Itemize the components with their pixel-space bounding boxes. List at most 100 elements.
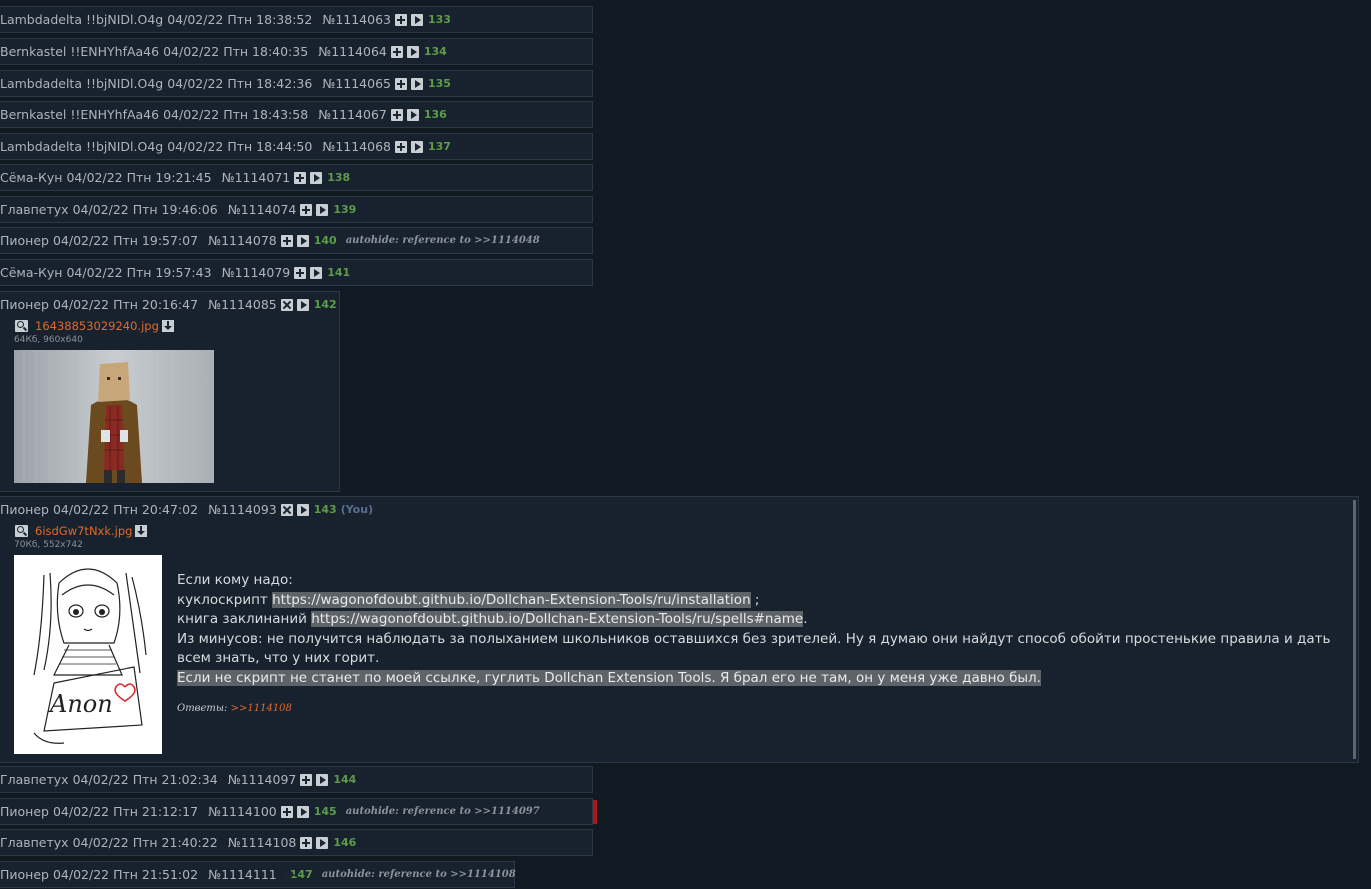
post-number-link[interactable]: №1114074	[228, 197, 297, 222]
expand-icon[interactable]	[300, 203, 313, 216]
scrollbar-thumb[interactable]	[1353, 500, 1356, 759]
post-number-link[interactable]: №1114100	[208, 799, 277, 824]
post-date: 04/02/22 Птн 19:46:06	[72, 202, 218, 217]
post-number-link[interactable]: №1114085	[208, 297, 277, 312]
hidden-post[interactable]: Сёма-Кун 04/02/22 Птн 19:21:45 №1114071 138	[0, 164, 593, 191]
post-date: 04/02/22 Птн 18:42:36	[167, 76, 313, 91]
post-counter: 139	[333, 203, 357, 216]
post-name: Bernkastel !!ENHYhfAa46	[0, 107, 160, 122]
play-icon[interactable]	[406, 45, 419, 58]
reply-link[interactable]: >>1114108	[231, 703, 292, 714]
file-name-link[interactable]: 16438853029240.jpg	[35, 319, 159, 333]
play-icon[interactable]	[316, 203, 329, 216]
post-date: 04/02/22 Птн 19:57:43	[66, 265, 212, 280]
play-icon[interactable]	[296, 805, 309, 818]
post-image-thumbnail[interactable]: Anon	[14, 555, 162, 754]
expand-icon[interactable]	[395, 77, 407, 90]
play-icon[interactable]	[296, 503, 309, 516]
play-icon[interactable]	[310, 266, 323, 279]
play-icon[interactable]	[310, 171, 323, 184]
post-image-thumbnail[interactable]	[14, 350, 214, 483]
expand-icon[interactable]	[390, 45, 403, 58]
message-text: куклоскрипт	[177, 591, 273, 608]
post-counter: 137	[428, 140, 451, 153]
installation-link[interactable]: https://wagonofdoubt.github.io/Dollchan-…	[272, 591, 751, 608]
play-icon[interactable]	[411, 13, 423, 26]
play-icon[interactable]	[296, 298, 309, 311]
post-date: 04/02/22 Птн 21:12:17	[52, 804, 199, 819]
expand-icon[interactable]	[280, 805, 293, 818]
play-icon[interactable]	[316, 773, 329, 786]
hidden-post[interactable]: Пионер 04/02/22 Птн 21:51:02 №1114111 147 au…	[0, 861, 516, 888]
message-line: куклоскрипт https://wagonofdoubt.github.…	[177, 591, 1347, 611]
post-date: 04/02/22 Птн 21:51:02	[52, 867, 199, 882]
post-date: 04/02/22 Птн 20:47:02	[52, 502, 199, 517]
post-number-link[interactable]: №1114067	[318, 102, 387, 127]
expand-icon[interactable]	[395, 140, 407, 153]
message-text: .	[803, 611, 808, 627]
hidden-post[interactable]: Главпетух 04/02/22 Птн 21:02:34 №1114097 14…	[0, 766, 593, 793]
post-number-link[interactable]: №1114064	[318, 39, 387, 64]
post-number-link[interactable]: №1114093	[208, 502, 277, 517]
post-number-link[interactable]: №1114065	[322, 71, 391, 96]
hidden-post[interactable]: Сёма-Кун 04/02/22 Птн 19:57:43 №1114079 141	[0, 259, 593, 286]
expand-icon[interactable]	[280, 234, 293, 247]
hidden-post[interactable]: Главпетух 04/02/22 Птн 19:46:06 №1114074 13…	[0, 196, 593, 223]
play-icon[interactable]	[406, 108, 419, 121]
post-counter: 140	[313, 234, 337, 247]
post-number-link[interactable]: №1114108	[228, 830, 297, 855]
replies: Ответы: >>1114108	[177, 699, 1347, 719]
play-icon[interactable]	[316, 836, 329, 849]
hidden-post[interactable]: Главпетух 04/02/22 Птн 21:40:22 №1114108 14…	[0, 829, 593, 856]
message-line: Если не скрипт не станет по моей ссылке,…	[177, 669, 1347, 689]
post-message: Если кому надо: куклоскрипт https://wago…	[177, 571, 1347, 719]
post-number-link[interactable]: №1114068	[322, 134, 391, 159]
autohide-note: autohide: reference to >>1114097	[345, 806, 540, 817]
hidden-post[interactable]: Lambdadelta !!bjNIDl.O4g 04/02/22 Птн 18:…	[0, 6, 593, 33]
expand-icon[interactable]	[300, 773, 313, 786]
post-counter: 144	[333, 773, 357, 786]
download-icon[interactable]	[135, 525, 148, 537]
post-name: Пионер	[0, 804, 49, 819]
expand-icon[interactable]	[294, 171, 307, 184]
search-image-icon[interactable]	[15, 525, 28, 537]
post-name: Lambdadelta !!bjNIDl.O4g	[0, 12, 164, 27]
message-text: ;	[750, 591, 760, 608]
post-name: Сёма-Кун	[0, 265, 63, 280]
hide-post-icon[interactable]	[280, 503, 293, 516]
post-name: Bernkastel !!ENHYhfAa46	[0, 44, 160, 59]
post-date: 04/02/22 Птн 18:44:50	[167, 139, 313, 154]
spoiler-text[interactable]: Если не скрипт не станет по моей ссылке,…	[177, 669, 1041, 686]
hidden-post[interactable]: Bernkastel !!ENHYhfAa46 04/02/22 Птн 18:4…	[0, 101, 593, 128]
search-image-icon[interactable]	[15, 320, 28, 332]
post-number-link[interactable]: №1114078	[208, 228, 277, 253]
post-number-link[interactable]: №1114063	[322, 7, 391, 32]
file-name-link[interactable]: 6isdGw7tNxk.jpg	[35, 524, 132, 538]
play-icon[interactable]	[411, 140, 423, 153]
replies-label: Ответы:	[177, 703, 231, 714]
post-number-link[interactable]: №1114071	[222, 165, 291, 190]
expand-icon[interactable]	[390, 108, 403, 121]
expand-icon[interactable]	[300, 836, 313, 849]
hide-post-icon[interactable]	[280, 298, 293, 311]
file-meta: 64Кб, 960x640	[14, 335, 83, 345]
hidden-post[interactable]: Пионер 04/02/22 Птн 21:12:17 №1114100 145 au…	[0, 798, 593, 825]
hidden-post[interactable]: Lambdadelta !!bjNIDl.O4g 04/02/22 Птн 18:…	[0, 70, 593, 97]
hidden-post[interactable]: Lambdadelta !!bjNIDl.O4g 04/02/22 Птн 18:…	[0, 133, 593, 160]
hidden-post[interactable]: Bernkastel !!ENHYhfAa46 04/02/22 Птн 18:4…	[0, 38, 593, 65]
spells-link[interactable]: https://wagonofdoubt.github.io/Dollchan-…	[311, 611, 804, 627]
post-date: 04/02/22 Птн 19:21:45	[66, 170, 212, 185]
post-number-link[interactable]: №1114079	[222, 260, 291, 285]
expand-icon[interactable]	[294, 266, 307, 279]
play-icon[interactable]	[411, 77, 423, 90]
play-icon[interactable]	[296, 234, 309, 247]
hidden-post[interactable]: Пионер 04/02/22 Птн 19:57:07 №1114078 140 au…	[0, 227, 593, 254]
post-name: Пионер	[0, 502, 49, 517]
post-number-link[interactable]: №1114097	[228, 767, 297, 792]
expand-icon[interactable]	[395, 13, 407, 26]
post-counter: 134	[423, 45, 447, 58]
post-name: Пионер	[0, 867, 49, 882]
message-line: Из минусов: не получится наблюдать за по…	[177, 630, 1331, 667]
post-number-link[interactable]: №1114111	[208, 862, 277, 887]
download-icon[interactable]	[161, 320, 174, 332]
